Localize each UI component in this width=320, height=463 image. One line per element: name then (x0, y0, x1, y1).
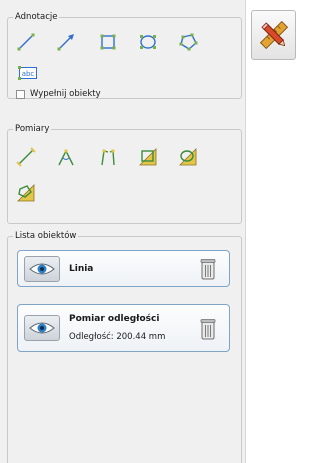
arrow-icon (57, 34, 74, 51)
ellipse-tool-button[interactable] (136, 31, 160, 53)
area-rectangle-tool-button[interactable] (136, 146, 160, 168)
object-list-item[interactable]: Linia (17, 250, 230, 287)
eye-icon (29, 263, 55, 275)
object-list-group: Lista obiektów Linia Pomiar odległości O… (7, 230, 242, 463)
fill-objects-label: Wypełnij obiekty (30, 89, 101, 99)
object-list-item[interactable]: Pomiar odległości Odległość: 200.44 mm (17, 304, 230, 352)
rectangle-icon (100, 34, 116, 50)
visibility-toggle-button[interactable] (24, 256, 60, 282)
fill-objects-checkbox[interactable] (16, 89, 25, 99)
ellipse-icon (140, 35, 156, 49)
double-angle-icon (101, 149, 115, 166)
object-list-title: Lista obiektów (13, 230, 79, 242)
area-ellipse-tool-button[interactable] (176, 146, 200, 168)
annotation-tools-toggle-button[interactable] (251, 10, 296, 60)
distance-icon (16, 147, 36, 167)
polygon-icon (179, 33, 198, 51)
text-tool-label: abc (22, 70, 35, 78)
object-name: Pomiar odległości (69, 314, 160, 324)
visibility-toggle-button[interactable] (24, 315, 60, 341)
trash-icon[interactable] (199, 317, 217, 341)
eye-icon (29, 322, 55, 334)
area-polygon-tool-button[interactable] (14, 182, 38, 204)
text-tool-button[interactable]: abc (16, 62, 40, 84)
area-rectangle-icon (139, 148, 157, 166)
trash-icon[interactable] (199, 257, 217, 281)
angle-icon (58, 149, 74, 166)
text-icon: abc (18, 66, 37, 80)
measurements-title: Pomiary (13, 123, 52, 135)
angle-tool-button[interactable] (54, 146, 78, 168)
annotations-group: Adnotacje abc Wypełnij obiekty (7, 11, 242, 99)
arrow-tool-button[interactable] (54, 31, 78, 53)
area-polygon-icon (17, 184, 35, 202)
rectangle-tool-button[interactable] (96, 31, 120, 53)
pencil-ruler-icon (259, 20, 288, 50)
object-detail: Odległość: 200.44 mm (69, 332, 166, 342)
object-name: Linia (69, 264, 94, 274)
line-icon (17, 33, 35, 51)
double-angle-tool-button[interactable] (96, 146, 120, 168)
polygon-tool-button[interactable] (176, 31, 200, 53)
side-panel: Adnotacje abc Wypełnij obiekty Pomiary L… (0, 0, 246, 463)
distance-tool-button[interactable] (14, 146, 38, 168)
fill-objects-row[interactable]: Wypełnij obiekty (16, 89, 101, 99)
annotations-title: Adnotacje (13, 11, 60, 23)
line-tool-button[interactable] (14, 31, 38, 53)
measurements-group: Pomiary (7, 123, 242, 224)
area-ellipse-icon (179, 148, 197, 166)
